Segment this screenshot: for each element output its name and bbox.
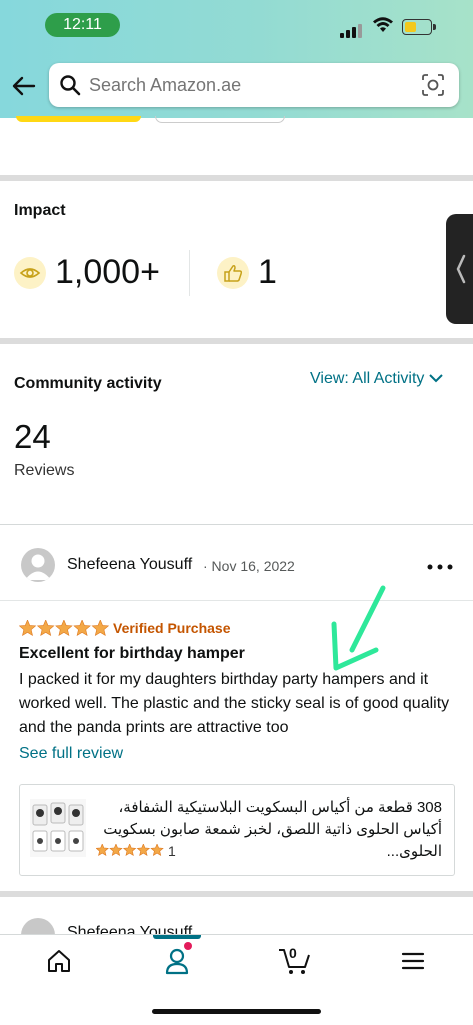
review-title: Excellent for birthday hamper: [19, 645, 245, 662]
home-icon[interactable]: [46, 948, 72, 974]
section-divider: [0, 891, 473, 897]
product-star-rating: [96, 844, 164, 856]
avatar[interactable]: [21, 548, 55, 582]
impact-likes-count: 1: [258, 253, 277, 291]
notification-dot: [184, 942, 192, 950]
user-avatar-icon: [25, 554, 51, 580]
cart-count: 0: [289, 945, 297, 961]
thumbs-up-icon: [224, 265, 243, 282]
star-icon: [91, 620, 109, 637]
bottom-navigation: 0: [0, 934, 473, 1025]
header-bar: 12:11: [0, 0, 473, 118]
views-badge: [14, 257, 46, 289]
star-icon: [19, 620, 37, 637]
search-input[interactable]: [89, 63, 409, 107]
verified-purchase-badge: Verified Purchase: [113, 620, 231, 636]
star-icon: [150, 844, 164, 856]
reviews-label: Reviews: [14, 462, 75, 479]
annotation-arrow-icon: [331, 585, 386, 671]
view-filter-prefix: View:: [310, 370, 349, 387]
menu-icon[interactable]: [401, 951, 425, 971]
camera-scan-icon[interactable]: [421, 73, 445, 97]
divider: [0, 524, 473, 525]
see-full-review-link[interactable]: See full review: [19, 745, 123, 763]
view-filter-value: All Activity: [352, 370, 425, 387]
star-icon: [136, 844, 151, 856]
active-tab-indicator: [153, 935, 201, 939]
side-drawer-tab[interactable]: [446, 214, 473, 324]
review-body: I packed it for my daughters birthday pa…: [19, 671, 450, 736]
wifi-icon: [373, 17, 393, 32]
chevron-down-icon: [429, 374, 443, 383]
impact-separator: [189, 250, 190, 296]
impact-heading: Impact: [14, 202, 66, 219]
partial-button-yellow: [16, 116, 141, 122]
cellular-signal-icon: [340, 20, 364, 38]
review-count: 24: [14, 418, 51, 455]
battery-icon: [402, 19, 436, 35]
section-divider: [0, 175, 473, 181]
eye-icon: [19, 268, 41, 278]
star-icon: [36, 620, 55, 637]
reviewer-name[interactable]: Shefeena Yousuff: [67, 556, 192, 574]
profile-icon[interactable]: [164, 947, 190, 975]
section-divider: [0, 338, 473, 344]
review-star-rating: [19, 620, 109, 637]
search-bar[interactable]: [49, 63, 459, 107]
review-date: · Nov 16, 2022: [203, 558, 295, 574]
home-indicator: [152, 1009, 321, 1014]
star-icon: [122, 844, 137, 856]
partial-button-white: [155, 116, 285, 123]
divider: [0, 600, 473, 601]
product-card[interactable]: 308 قطعة من أكياس البسكويت البلاستيكية ا…: [19, 784, 455, 876]
star-icon: [73, 620, 91, 637]
product-thumbnail-image: [30, 799, 86, 857]
status-time: 12:11: [45, 13, 120, 37]
back-arrow-icon[interactable]: [10, 72, 38, 100]
likes-badge: [217, 257, 249, 289]
more-options-icon[interactable]: [426, 560, 454, 574]
impact-views-count: 1,000+: [55, 253, 160, 291]
community-activity-heading: Community activity: [14, 375, 162, 392]
star-icon: [96, 844, 109, 856]
chevron-left-icon: [456, 254, 466, 284]
star-icon: [109, 844, 123, 856]
star-icon: [55, 620, 73, 637]
search-icon: [60, 75, 81, 96]
product-rating-count: 1: [168, 843, 176, 859]
view-filter-dropdown[interactable]: View: All Activity: [310, 370, 443, 388]
